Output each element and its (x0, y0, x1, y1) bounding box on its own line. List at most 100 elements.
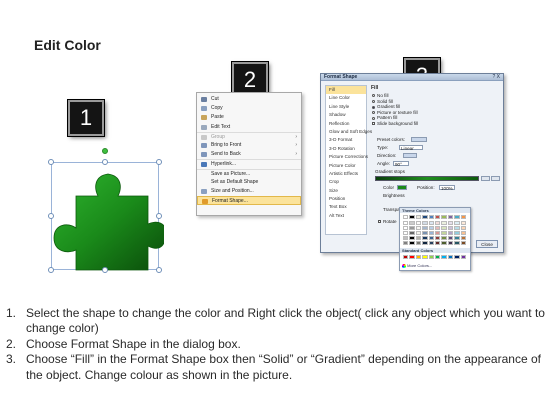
menu-item-hyperlink[interactable]: Hyperlink... (197, 159, 301, 168)
color-swatch[interactable] (422, 221, 428, 225)
color-swatch[interactable] (434, 221, 441, 225)
color-swatch[interactable] (454, 226, 460, 230)
color-swatch[interactable] (447, 255, 454, 259)
resize-handle-top[interactable] (102, 159, 108, 165)
color-swatch[interactable] (409, 255, 415, 259)
checkbox-rotate-with-shape[interactable]: Rotate (377, 219, 397, 225)
color-swatch[interactable] (441, 255, 447, 259)
preset-colors-dropdown[interactable] (411, 137, 427, 142)
selected-puzzle-shape[interactable] (46, 146, 164, 276)
color-swatch[interactable] (441, 226, 447, 230)
nav-item-3d-rotation[interactable]: 3-D Rotation (326, 145, 366, 153)
menu-item-paste[interactable]: Paste (197, 113, 301, 122)
color-swatch[interactable] (434, 226, 441, 230)
color-swatch[interactable] (415, 255, 422, 259)
color-swatch[interactable] (460, 236, 466, 240)
nav-item-crop[interactable]: Crop (326, 178, 366, 186)
menu-item-send-to-back[interactable]: Send to Back › (197, 150, 301, 159)
color-swatch[interactable] (454, 231, 460, 235)
color-swatch[interactable] (428, 226, 434, 230)
color-swatch[interactable] (447, 236, 454, 240)
menu-item-copy[interactable]: Copy (197, 104, 301, 113)
color-swatch[interactable] (434, 236, 441, 240)
color-swatch[interactable] (409, 215, 415, 219)
direction-dropdown[interactable] (403, 153, 417, 158)
menu-item-save-as-picture[interactable]: Save as Picture... (197, 168, 301, 178)
menu-item-size-position[interactable]: Size and Position... (197, 187, 301, 196)
color-swatch[interactable] (428, 231, 434, 235)
color-swatch[interactable] (460, 241, 466, 245)
color-swatch[interactable] (441, 241, 447, 245)
nav-item-shadow[interactable]: Shadow (326, 111, 366, 119)
nav-item-position[interactable]: Position (326, 195, 366, 203)
type-dropdown[interactable]: Linear (399, 145, 423, 151)
color-swatch[interactable] (428, 255, 434, 259)
nav-item-picture-color[interactable]: Picture Color (326, 162, 366, 170)
color-swatch[interactable] (415, 215, 422, 219)
remove-stop-button[interactable] (491, 176, 500, 181)
color-swatch[interactable] (460, 221, 466, 225)
color-swatch[interactable] (422, 236, 428, 240)
menu-item-cut[interactable]: Cut (197, 95, 301, 104)
color-swatch[interactable] (415, 226, 422, 230)
dialog-title-buttons[interactable]: ? X (492, 74, 500, 81)
color-swatch[interactable] (454, 255, 460, 259)
nav-item-fill[interactable]: Fill (326, 86, 366, 95)
color-swatch[interactable] (422, 241, 428, 245)
color-swatch[interactable] (409, 231, 415, 235)
color-swatch[interactable] (441, 236, 447, 240)
color-swatch[interactable] (447, 241, 454, 245)
color-swatch[interactable] (454, 215, 460, 219)
menu-item-format-shape[interactable]: Format Shape... (197, 196, 301, 206)
resize-handle-top-right[interactable] (156, 159, 162, 165)
close-button[interactable]: Close (476, 240, 498, 248)
color-swatch[interactable] (434, 231, 441, 235)
color-swatch[interactable] (403, 226, 409, 230)
color-swatch[interactable] (415, 231, 422, 235)
color-swatch[interactable] (428, 241, 434, 245)
gradient-stops-bar[interactable] (375, 176, 479, 181)
puzzle-piece-icon[interactable] (46, 146, 164, 276)
color-swatch[interactable] (441, 221, 447, 225)
color-swatch[interactable] (415, 221, 422, 225)
position-input[interactable]: 100% (439, 185, 455, 191)
color-dropdown[interactable] (397, 185, 407, 190)
color-swatch[interactable] (434, 241, 441, 245)
menu-item-bring-to-front[interactable]: Bring to Front › (197, 141, 301, 150)
nav-item-size[interactable]: Size (326, 187, 366, 195)
color-swatch[interactable] (454, 236, 460, 240)
color-swatch[interactable] (415, 241, 422, 245)
color-swatch[interactable] (454, 241, 460, 245)
add-stop-button[interactable] (481, 176, 490, 181)
color-swatch[interactable] (460, 255, 466, 259)
color-swatch[interactable] (460, 231, 466, 235)
color-swatch[interactable] (454, 221, 460, 225)
color-swatch[interactable] (447, 215, 454, 219)
color-swatch[interactable] (415, 236, 422, 240)
color-swatch[interactable] (409, 226, 415, 230)
color-swatch[interactable] (403, 215, 409, 219)
color-swatch[interactable] (434, 215, 441, 219)
color-swatch[interactable] (460, 215, 466, 219)
resize-handle-right[interactable] (156, 213, 162, 219)
resize-handle-bottom-left[interactable] (48, 267, 54, 273)
color-swatch[interactable] (460, 226, 466, 230)
color-swatch[interactable] (441, 215, 447, 219)
color-swatch[interactable] (434, 255, 441, 259)
nav-item-alt-text[interactable]: Alt Text (326, 212, 366, 220)
color-swatch[interactable] (409, 221, 415, 225)
nav-item-artistic-effects[interactable]: Artistic Effects (326, 170, 366, 178)
resize-handle-bottom[interactable] (102, 267, 108, 273)
checkbox-slide-background[interactable]: Slide background fill (371, 121, 501, 127)
color-swatch[interactable] (409, 241, 415, 245)
nav-item-3d-format[interactable]: 3-D Format (326, 136, 366, 144)
color-swatch[interactable] (428, 236, 434, 240)
color-swatch[interactable] (422, 215, 428, 219)
nav-item-picture-corrections[interactable]: Picture Corrections (326, 153, 368, 161)
color-swatch[interactable] (422, 226, 428, 230)
color-swatch[interactable] (403, 255, 409, 259)
color-swatch[interactable] (441, 231, 447, 235)
color-swatch[interactable] (422, 255, 428, 259)
menu-item-set-default-shape[interactable]: Set as Default Shape (197, 178, 301, 187)
nav-item-line-color[interactable]: Line Color (326, 94, 366, 102)
